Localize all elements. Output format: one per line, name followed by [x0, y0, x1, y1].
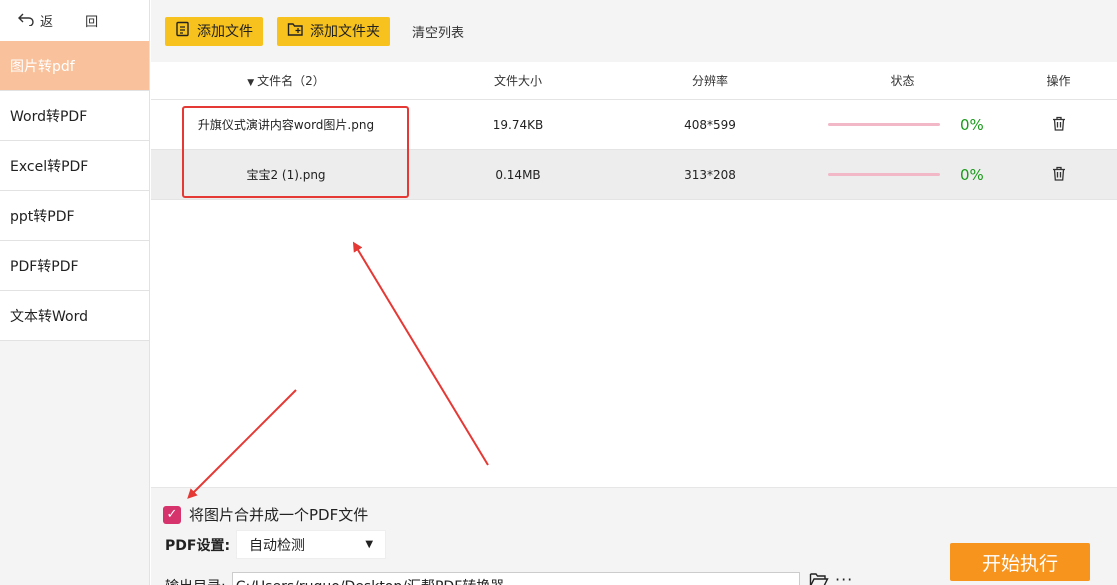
sort-down-icon: ▼	[247, 78, 255, 88]
header-operation: 操作	[1046, 74, 1071, 88]
trash-icon	[1052, 116, 1066, 134]
add-file-button[interactable]: 添加文件	[165, 16, 263, 46]
sidebar-item-label: ppt转PDF	[10, 208, 75, 225]
table-row[interactable]: 宝宝2 (1).png 0.14MB 313*208 0%	[151, 150, 1117, 200]
sidebar-item-pdf-to-pdf[interactable]: PDF转PDF	[0, 241, 149, 291]
header-resolution: 分辨率	[691, 74, 728, 88]
more-options-button[interactable]: ···	[835, 570, 853, 585]
folder-plus-icon	[287, 21, 310, 41]
progress-bar	[828, 173, 940, 176]
progress-bar	[828, 123, 940, 126]
merge-option[interactable]: ✓ 将图片合并成一个PDF文件	[163, 504, 368, 525]
file-name: 升旗仪式演讲内容word图片.png	[197, 118, 375, 132]
trash-icon	[1052, 166, 1066, 184]
file-status: 0%	[805, 116, 1000, 134]
header-status: 状态	[890, 74, 915, 88]
sidebar-item-label: Word转PDF	[10, 108, 88, 125]
output-dir: 输出目录: C:/Users/ruguo/Desktop/汇帮PDF转换器	[165, 572, 800, 585]
file-resolution: 408*599	[684, 117, 736, 132]
sidebar-item-label: 图片转pdf	[10, 58, 75, 75]
delete-button[interactable]	[1000, 166, 1117, 184]
file-size: 19.74KB	[492, 117, 544, 132]
progress-percent: 0%	[960, 165, 984, 184]
pdf-settings: PDF设置: 自动检测 ▼	[165, 530, 387, 559]
add-file-label: 添加文件	[197, 24, 253, 40]
pdf-settings-select[interactable]: 自动检测 ▼	[236, 530, 387, 559]
sidebar-item-label: PDF转PDF	[10, 258, 79, 275]
app-window: 返 回 图片转pdf Word转PDF Excel转PDF ppt转PDF PD…	[0, 0, 1117, 585]
sidebar-item-label: 文本转Word	[10, 308, 88, 325]
chevron-down-icon: ▼	[365, 539, 374, 550]
pdf-settings-label: PDF设置:	[165, 537, 231, 554]
output-dir-input[interactable]: C:/Users/ruguo/Desktop/汇帮PDF转换器	[231, 572, 800, 585]
start-button[interactable]: 开始执行	[950, 543, 1090, 581]
sidebar-item-word-to-pdf[interactable]: Word转PDF	[0, 91, 149, 141]
file-status: 0%	[805, 166, 1000, 184]
table-row[interactable]: 升旗仪式演讲内容word图片.png 19.74KB 408*599 0%	[151, 100, 1117, 150]
add-folder-button[interactable]: 添加文件夹	[277, 16, 390, 46]
output-dir-value: C:/Users/ruguo/Desktop/汇帮PDF转换器	[236, 576, 505, 585]
sidebar-item-text-to-word[interactable]: 文本转Word	[0, 291, 149, 341]
file-resolution: 313*208	[684, 167, 736, 182]
sidebar-item-excel-to-pdf[interactable]: Excel转PDF	[0, 141, 149, 191]
file-icon	[175, 21, 197, 41]
back-button[interactable]: 返 回	[0, 0, 149, 41]
header-size: 文件大小	[493, 74, 542, 88]
progress-percent: 0%	[960, 115, 984, 134]
sidebar-item-ppt-to-pdf[interactable]: ppt转PDF	[0, 191, 149, 241]
table-header: ▼ 文件名（2） 文件大小 分辨率 状态 操作	[151, 62, 1117, 100]
merge-label: 将图片合并成一个PDF文件	[189, 506, 369, 524]
back-label: 返 回	[40, 15, 113, 30]
folder-open-icon[interactable]	[809, 572, 829, 585]
toolbar: 添加文件 添加文件夹 清空列表	[151, 0, 1117, 62]
file-size: 0.14MB	[495, 167, 541, 182]
clear-list-button[interactable]: 清空列表	[412, 22, 464, 41]
header-name-label: 文件名（2）	[257, 74, 325, 88]
sidebar-item-image-to-pdf[interactable]: 图片转pdf	[0, 41, 149, 91]
file-name: 宝宝2 (1).png	[246, 168, 326, 182]
pdf-settings-value: 自动检测	[249, 537, 306, 554]
back-arrow-icon	[18, 12, 34, 30]
output-dir-label: 输出目录:	[165, 576, 226, 585]
merge-checkbox[interactable]: ✓	[163, 505, 181, 524]
sidebar: 返 回 图片转pdf Word转PDF Excel转PDF ppt转PDF PD…	[0, 0, 150, 585]
settings-panel: ✓ 将图片合并成一个PDF文件 PDF设置: 自动检测 ▼ 输出目录: C:/U…	[151, 487, 1117, 585]
delete-button[interactable]	[1000, 116, 1117, 134]
header-name[interactable]: ▼ 文件名（2）	[151, 72, 421, 89]
sidebar-item-label: Excel转PDF	[10, 158, 89, 175]
add-folder-label: 添加文件夹	[310, 24, 380, 40]
